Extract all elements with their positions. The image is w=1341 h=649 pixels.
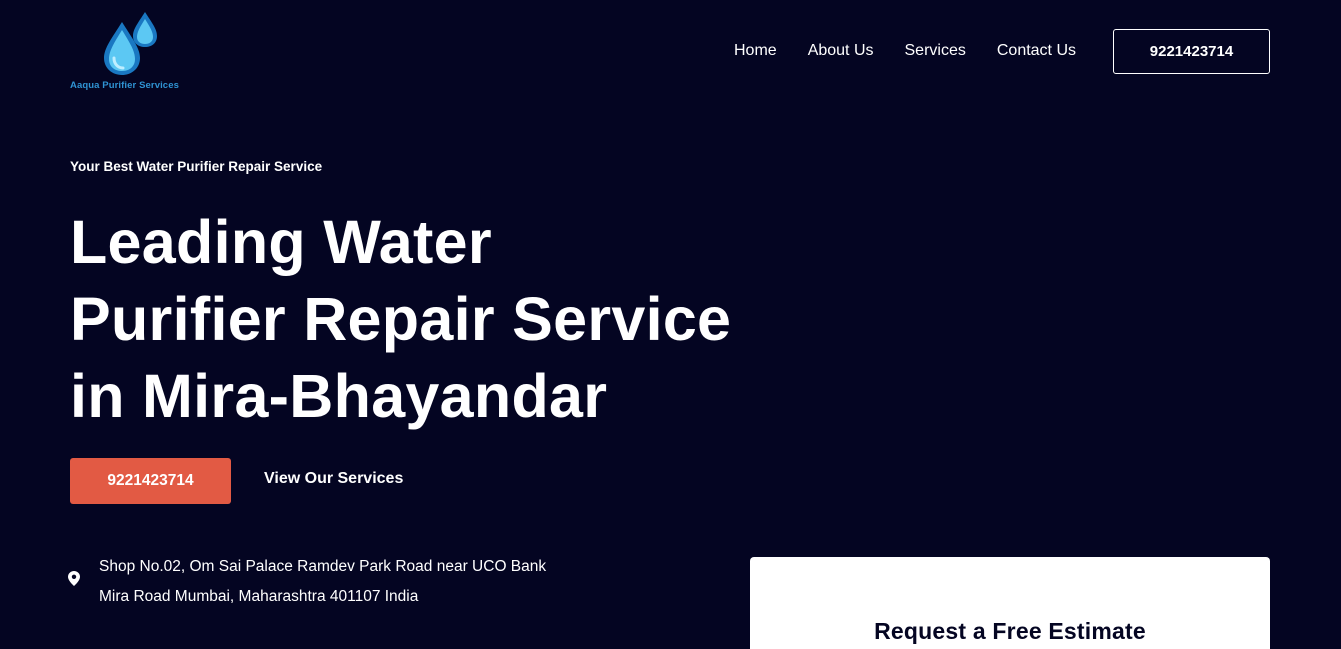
map-pin-icon <box>68 571 80 591</box>
view-services-link[interactable]: View Our Services <box>264 470 403 488</box>
estimate-form-title: Request a Free Estimate <box>874 618 1146 644</box>
estimate-form-card: Request a Free Estimate <box>750 557 1270 649</box>
nav-about-us[interactable]: About Us <box>808 42 874 60</box>
page: Aaqua Purifier Services Home About Us Se… <box>0 0 1341 649</box>
main-nav: Home About Us Services Contact Us <box>734 40 1076 62</box>
header-phone-button[interactable]: 9221423714 <box>1113 29 1270 74</box>
nav-contact-us[interactable]: Contact Us <box>997 42 1076 60</box>
logo-text: Aaqua Purifier Services <box>70 80 179 91</box>
hero-headline: Leading Water Purifier Repair Service in… <box>70 204 830 435</box>
headline-line-3: in Mira-Bhayandar <box>70 362 608 430</box>
nav-home[interactable]: Home <box>734 42 777 60</box>
address-line-2: Mira Road Mumbai, Maharashtra 401107 Ind… <box>99 588 419 605</box>
nav-services[interactable]: Services <box>905 42 966 60</box>
hero-tagline: Your Best Water Purifier Repair Service <box>70 159 323 174</box>
address-line-1: Shop No.02, Om Sai Palace Ramdev Park Ro… <box>99 558 547 575</box>
address-text: Shop No.02, Om Sai Palace Ramdev Park Ro… <box>99 552 546 612</box>
headline-line-1: Leading Water <box>70 208 492 276</box>
site-logo[interactable]: Aaqua Purifier Services <box>68 12 198 94</box>
call-phone-button[interactable]: 9221423714 <box>70 458 231 504</box>
headline-line-2: Purifier Repair Service <box>70 285 732 353</box>
water-drops-icon <box>104 12 157 75</box>
